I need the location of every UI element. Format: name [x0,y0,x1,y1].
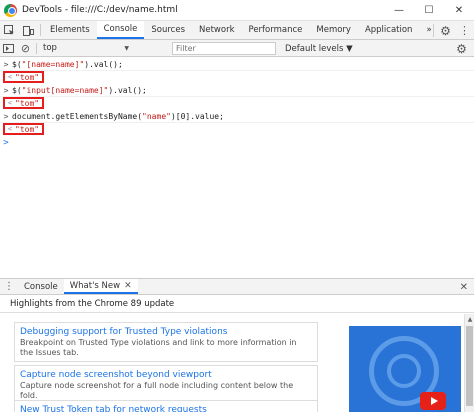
feature-card[interactable]: New Trust Token tab for network requests [14,400,318,412]
result-arrow-icon: < [7,73,13,81]
result-arrow-icon: < [7,99,13,107]
whats-new-header: Highlights from the Chrome 89 update [0,295,474,313]
log-levels-dropdown[interactable]: Default levels ▼ [285,40,353,57]
feature-card-title[interactable]: Capture node screenshot beyond viewport [20,369,312,381]
console-result-highlight: < "tom" [3,71,45,83]
toolbar-divider [433,24,434,37]
feature-card-description: Breakpoint on Trusted Type violations an… [20,338,297,357]
chevron-down-icon: ▼ [124,44,129,52]
devtools-tabbar: Elements Console Sources Network Perform… [0,21,474,40]
tab-sources[interactable]: Sources [144,21,192,39]
command-text: $("input[name=name]").val(); [12,86,147,95]
whats-new-body: Debugging support for Trusted Type viola… [0,314,474,412]
console-result-highlight: < "tom" [3,97,45,109]
video-thumbnail[interactable] [349,326,461,412]
tab-console[interactable]: Console [96,21,145,39]
window-titlebar: DevTools - file:///C:/dev/name.html — ☐ … [0,0,474,21]
tab-application[interactable]: Application [358,21,420,39]
prompt-chevron-icon: > [3,138,9,148]
result-arrow-icon: < [7,125,13,133]
settings-gear-icon[interactable]: ⚙ [436,21,455,40]
feature-card-title[interactable]: New Trust Token tab for network requests [20,404,312,412]
tab-memory[interactable]: Memory [309,21,358,39]
result-value: "tom" [15,124,40,134]
console-result-highlight: < "tom" [3,123,45,135]
chrome-graphic-center [387,354,421,388]
result-value: "tom" [15,72,40,82]
tab-performance[interactable]: Performance [242,21,310,39]
tab-network[interactable]: Network [192,21,242,39]
window-controls: — ☐ ✕ [384,0,474,21]
console-output: > $("[name=name]").val(); < "tom" > $("i… [0,58,474,268]
scroll-up-icon[interactable]: ▲ [466,316,474,324]
feature-card[interactable]: Debugging support for Trusted Type viola… [14,322,318,362]
scrollbar-thumb[interactable] [466,326,473,406]
toolbar-divider [40,24,41,36]
maximize-button[interactable]: ☐ [414,0,444,21]
chrome-logo-icon [4,3,17,17]
console-toolbar: ⊘ top ▼ Default levels ▼ ⚙ [0,40,474,57]
feature-card[interactable]: Capture node screenshot beyond viewport … [14,365,318,405]
feature-card-description: Capture node screenshot for a full node … [20,381,294,400]
close-tab-icon[interactable]: ✕ [124,281,132,291]
console-input-line: > document.getElementsByName("name")[0].… [0,111,474,123]
tab-elements[interactable]: Elements [43,21,97,39]
drawer-menu-icon[interactable]: ⋮ [0,279,18,294]
context-value: top [43,43,57,53]
toolbar-right: ⚙ ⋮ [431,21,474,40]
result-value: "tom" [15,98,40,108]
device-toolbar-icon[interactable] [19,21,38,39]
feature-card-title[interactable]: Debugging support for Trusted Type viola… [20,326,312,338]
prompt-chevron-icon: > [3,112,9,121]
clear-console-icon[interactable]: ⊘ [17,40,34,57]
prompt-chevron-icon: > [3,86,9,95]
command-text: $("[name=name]").val(); [12,60,123,69]
console-input-line: > $("input[name=name]").val(); [0,85,474,97]
console-input-line: > $("[name=name]").val(); [0,59,474,71]
close-drawer-icon[interactable]: ✕ [460,279,468,296]
drawer-tab-whats-new[interactable]: What's New ✕ [63,279,138,294]
prompt-chevron-icon: > [3,60,9,69]
more-menu-icon[interactable]: ⋮ [455,21,474,40]
window-title: DevTools - file:///C:/dev/name.html [22,5,178,15]
drawer-tab-label: What's New [69,280,121,291]
context-select[interactable]: top ▼ [43,43,133,53]
console-sidebar-icon[interactable] [0,40,17,57]
drawer-tab-console[interactable]: Console [18,279,64,294]
console-prompt-input[interactable]: > [0,137,12,149]
drawer-tabbar: ⋮ Console What's New ✕ ✕ [0,278,474,295]
youtube-play-icon[interactable] [420,392,446,410]
close-window-button[interactable]: ✕ [444,0,474,21]
filter-input[interactable] [172,42,276,55]
inspect-icon[interactable] [0,21,19,39]
console-settings-icon[interactable]: ⚙ [453,40,470,57]
command-text: document.getElementsByName("name")[0].va… [12,112,224,121]
toolbar-divider [36,42,37,54]
whats-new-scrollbar[interactable]: ▲ [464,314,474,412]
minimize-button[interactable]: — [384,0,414,21]
